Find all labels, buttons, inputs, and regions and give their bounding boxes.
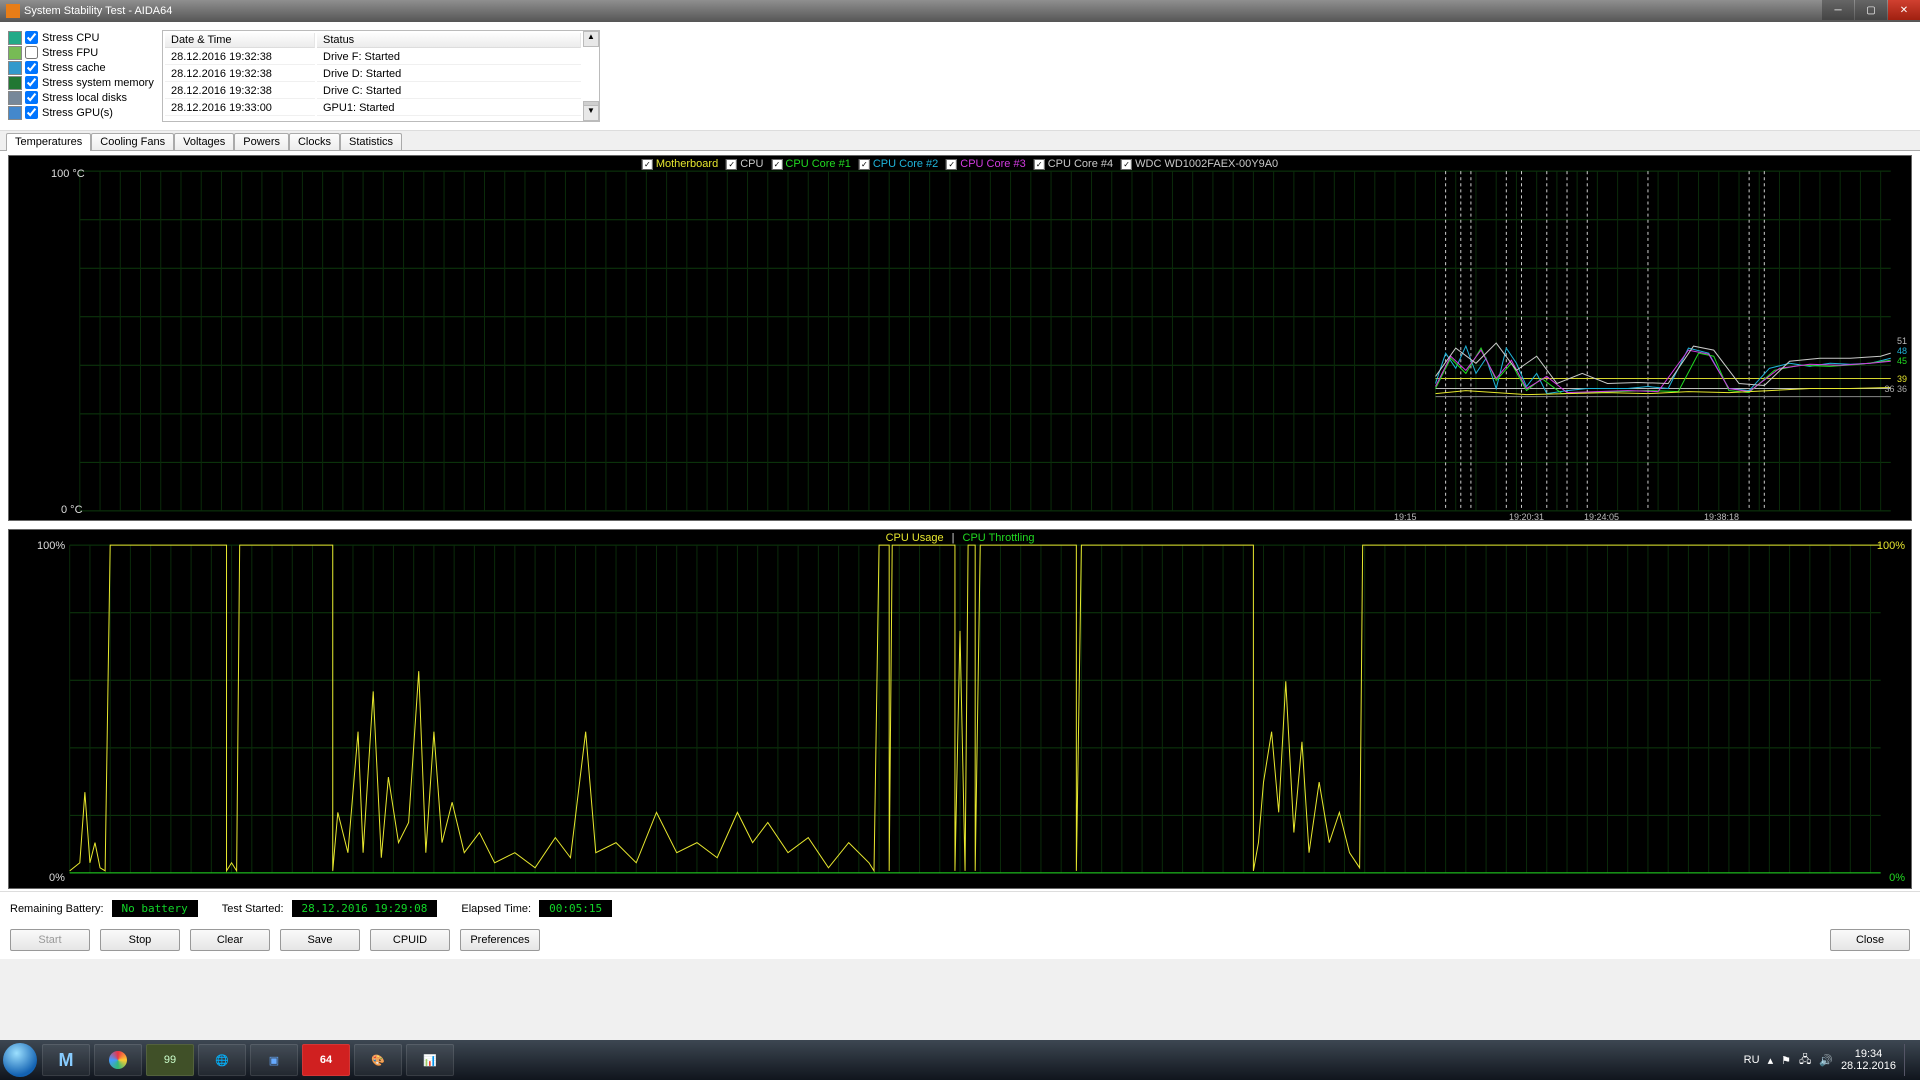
stress-options: Stress CPU Stress FPU Stress cache Stres… (8, 30, 158, 122)
cache-icon (8, 61, 22, 75)
legend-check-core3[interactable]: ✓ (946, 159, 957, 170)
preferences-button[interactable]: Preferences (460, 929, 540, 951)
log-row: 28.12.2016 19:32:38Drive F: Started (165, 50, 581, 65)
taskbar-app-m[interactable]: M (42, 1044, 90, 1076)
log-row: 28.12.2016 19:32:38Drive D: Started (165, 67, 581, 82)
close-dialog-button[interactable]: Close (1830, 929, 1910, 951)
temp-ymax: 100 °C (51, 168, 85, 180)
tab-powers[interactable]: Powers (234, 133, 289, 150)
stress-mem-checkbox[interactable] (25, 76, 38, 89)
taskbar-app-cmd[interactable]: ▣ (250, 1044, 298, 1076)
log-header-status[interactable]: Status (317, 33, 581, 48)
temp-ymin: 0 °C (61, 504, 83, 516)
stop-button[interactable]: Stop (100, 929, 180, 951)
usage-ymin: 0% (49, 872, 65, 884)
stress-disk-checkbox[interactable] (25, 91, 38, 104)
stress-gpu-checkbox[interactable] (25, 106, 38, 119)
graph-tabs: Temperatures Cooling Fans Voltages Power… (0, 133, 1920, 150)
cpu-icon (8, 31, 22, 45)
show-desktop-button[interactable] (1904, 1044, 1912, 1076)
battery-value: No battery (112, 900, 198, 917)
log-scroll-down[interactable]: ▼ (583, 105, 599, 121)
stress-cache-label: Stress cache (42, 62, 106, 74)
gpu-icon (8, 106, 22, 120)
cpu-usage-graph: CPU Usage | CPU Throttling 100% 0% 100% … (8, 529, 1912, 889)
cpuid-button[interactable]: CPUID (370, 929, 450, 951)
lang-indicator[interactable]: RU (1744, 1054, 1760, 1066)
legend-check-motherboard[interactable]: ✓ (642, 159, 653, 170)
start-button[interactable]: Start (10, 929, 90, 951)
elapsed-label: Elapsed Time: (461, 903, 531, 915)
temperature-graph: ✓Motherboard ✓CPU ✓CPU Core #1 ✓CPU Core… (8, 155, 1912, 521)
window-title: System Stability Test - AIDA64 (24, 5, 172, 17)
tab-statistics[interactable]: Statistics (340, 133, 402, 150)
legend-check-core1[interactable]: ✓ (771, 159, 782, 170)
legend-check-hdd[interactable]: ✓ (1121, 159, 1132, 170)
maximize-button[interactable]: ▢ (1855, 0, 1887, 20)
stress-cpu-label: Stress CPU (42, 32, 99, 44)
log-scroll-up[interactable]: ▲ (583, 31, 599, 47)
log-header-datetime[interactable]: Date & Time (165, 33, 315, 48)
elapsed-value: 00:05:15 (539, 900, 612, 917)
legend-check-core2[interactable]: ✓ (859, 159, 870, 170)
tray-clock[interactable]: 19:34 28.12.2016 (1841, 1048, 1896, 1072)
tab-voltages[interactable]: Voltages (174, 133, 234, 150)
temperature-legend: ✓Motherboard ✓CPU ✓CPU Core #1 ✓CPU Core… (642, 158, 1278, 170)
tab-cooling-fans[interactable]: Cooling Fans (91, 133, 174, 150)
disk-icon (8, 91, 22, 105)
network-icon[interactable]: 🖧 (1799, 1051, 1811, 1070)
tab-clocks[interactable]: Clocks (289, 133, 340, 150)
status-bar: Remaining Battery: No battery Test Start… (0, 891, 1920, 925)
button-row: Start Stop Clear Save CPUID Preferences … (0, 925, 1920, 959)
cpu-usage-graph-svg (9, 530, 1911, 888)
volume-icon[interactable]: 🔊 (1819, 1054, 1833, 1067)
system-tray[interactable]: RU ▴ ⚑ 🖧 🔊 19:34 28.12.2016 (1744, 1044, 1916, 1076)
taskbar-app-chrome[interactable] (94, 1044, 142, 1076)
stress-mem-label: Stress system memory (42, 77, 154, 89)
battery-label: Remaining Battery: (10, 903, 104, 915)
taskbar-app-task[interactable]: 99 (146, 1044, 194, 1076)
started-label: Test Started: (222, 903, 284, 915)
log-row: 28.12.2016 19:33:00GPU1: Started (165, 101, 581, 116)
legend-check-cpu[interactable]: ✓ (726, 159, 737, 170)
event-log: Date & Time Status 28.12.2016 19:32:38Dr… (162, 30, 600, 122)
cpu-usage-legend: CPU Usage | CPU Throttling (886, 532, 1035, 544)
app-icon (6, 4, 20, 18)
temperature-graph-svg (9, 156, 1911, 520)
window-titlebar: System Stability Test - AIDA64 ─ ▢ ✕ (0, 0, 1920, 22)
stress-fpu-label: Stress FPU (42, 47, 98, 59)
minimize-button[interactable]: ─ (1822, 0, 1854, 20)
save-button[interactable]: Save (280, 929, 360, 951)
close-button[interactable]: ✕ (1888, 0, 1920, 20)
action-center-icon[interactable]: ⚑ (1781, 1054, 1791, 1067)
tray-chevron-icon[interactable]: ▴ (1768, 1054, 1774, 1067)
start-button-orb[interactable] (0, 1040, 40, 1080)
tab-temperatures[interactable]: Temperatures (6, 133, 91, 151)
started-value: 28.12.2016 19:29:08 (292, 900, 438, 917)
taskbar[interactable]: M 99 🌐 ▣ 64 🎨 📊 RU ▴ ⚑ 🖧 🔊 19:34 28.12.2… (0, 1040, 1920, 1080)
stress-fpu-checkbox[interactable] (25, 46, 38, 59)
log-row: 28.12.2016 19:32:38Drive C: Started (165, 84, 581, 99)
stress-cpu-checkbox[interactable] (25, 31, 38, 44)
legend-check-core4[interactable]: ✓ (1034, 159, 1045, 170)
stress-cache-checkbox[interactable] (25, 61, 38, 74)
taskbar-app-paint[interactable]: 🎨 (354, 1044, 402, 1076)
taskbar-app-monitor[interactable]: 📊 (406, 1044, 454, 1076)
fpu-icon (8, 46, 22, 60)
mem-icon (8, 76, 22, 90)
top-panel: Stress CPU Stress FPU Stress cache Stres… (0, 22, 1920, 131)
stress-disk-label: Stress local disks (42, 92, 127, 104)
taskbar-app-globe[interactable]: 🌐 (198, 1044, 246, 1076)
usage-ymax: 100% (37, 540, 65, 552)
stress-gpu-label: Stress GPU(s) (42, 107, 113, 119)
taskbar-app-aida64[interactable]: 64 (302, 1044, 350, 1076)
clear-button[interactable]: Clear (190, 929, 270, 951)
